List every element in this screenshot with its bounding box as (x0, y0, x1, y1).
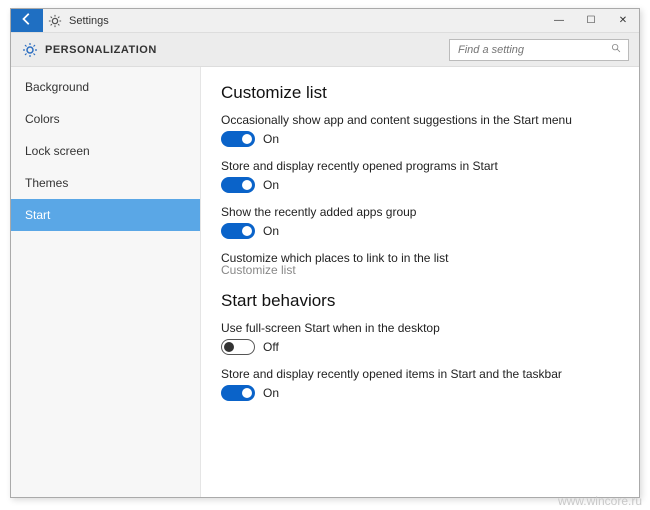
search-box[interactable] (449, 39, 629, 61)
toggle-knob (242, 388, 252, 398)
sidebar-item-background[interactable]: Background (11, 71, 200, 103)
sidebar-item-start[interactable]: Start (11, 199, 200, 231)
toggle-state: On (263, 386, 279, 400)
window-title: Settings (67, 9, 543, 32)
setting-label: Use full-screen Start when in the deskto… (221, 321, 619, 335)
toggle-recent-programs[interactable]: On (221, 177, 619, 193)
customize-list-link[interactable]: Customize list (221, 263, 619, 277)
sidebar-item-colors[interactable]: Colors (11, 103, 200, 135)
toggle-switch[interactable] (221, 223, 255, 239)
setting-label: Store and display recently opened progra… (221, 159, 619, 173)
toggle-fullscreen-start[interactable]: Off (221, 339, 619, 355)
sidebar: Background Colors Lock screen Themes Sta… (11, 67, 201, 497)
search-icon (611, 43, 622, 57)
toggle-state: On (263, 178, 279, 192)
minimize-button[interactable]: — (543, 9, 575, 32)
toggle-recently-added[interactable]: On (221, 223, 619, 239)
back-button[interactable] (11, 9, 43, 32)
setting-label: Show the recently added apps group (221, 205, 619, 219)
sidebar-item-lock-screen[interactable]: Lock screen (11, 135, 200, 167)
section-header: PERSONALIZATION (11, 33, 639, 67)
maximize-button[interactable]: ☐ (575, 9, 607, 32)
group-title-customize-list: Customize list (221, 83, 619, 103)
toggle-knob (242, 134, 252, 144)
setting-label: Occasionally show app and content sugges… (221, 113, 619, 127)
toggle-state: On (263, 224, 279, 238)
toggle-knob (242, 180, 252, 190)
toggle-switch[interactable] (221, 177, 255, 193)
watermark: www.wincore.ru (558, 494, 642, 508)
toggle-switch[interactable] (221, 385, 255, 401)
window-controls: — ☐ ✕ (543, 9, 639, 32)
close-button[interactable]: ✕ (607, 9, 639, 32)
toggle-switch[interactable] (221, 339, 255, 355)
toggle-state: Off (263, 340, 279, 354)
setting-label: Store and display recently opened items … (221, 367, 619, 381)
toggle-state: On (263, 132, 279, 146)
group-title-start-behaviors: Start behaviors (221, 291, 619, 311)
gear-icon (43, 9, 67, 32)
sidebar-item-themes[interactable]: Themes (11, 167, 200, 199)
body: Background Colors Lock screen Themes Sta… (11, 67, 639, 497)
gear-icon (21, 41, 39, 59)
toggle-knob (224, 342, 234, 352)
section-title: PERSONALIZATION (45, 44, 449, 56)
settings-window: Settings — ☐ ✕ PERSONALIZATION Backgroun… (10, 8, 640, 498)
search-input[interactable] (456, 43, 607, 57)
toggle-recent-items[interactable]: On (221, 385, 619, 401)
content-pane: Customize list Occasionally show app and… (201, 67, 639, 497)
toggle-suggestions[interactable]: On (221, 131, 619, 147)
titlebar: Settings — ☐ ✕ (11, 9, 639, 33)
back-arrow-icon (20, 12, 34, 29)
toggle-knob (242, 226, 252, 236)
toggle-switch[interactable] (221, 131, 255, 147)
